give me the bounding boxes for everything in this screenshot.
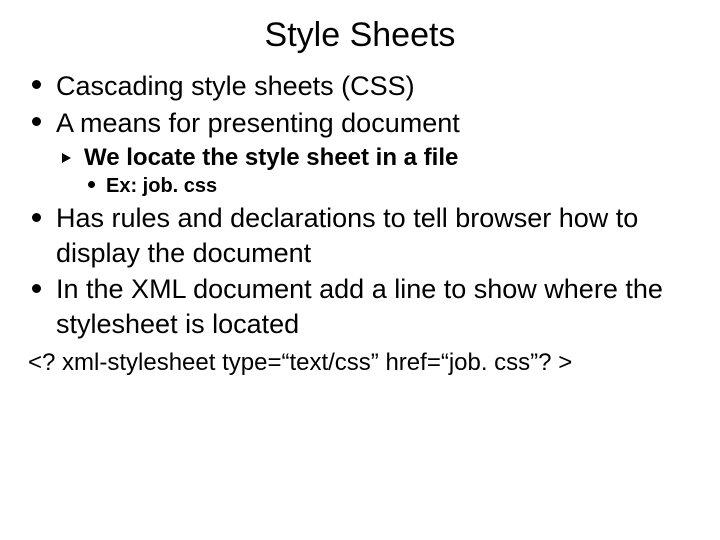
bullet-text: Cascading style sheets (CSS): [56, 71, 415, 101]
bullet-list: Cascading style sheets (CSS) A means for…: [22, 69, 698, 341]
code-line: <? xml-stylesheet type=“text/css” href=“…: [28, 349, 698, 377]
bullet-item: Cascading style sheets (CSS): [22, 69, 698, 104]
bullet-text: Has rules and declarations to tell brows…: [56, 203, 638, 268]
subsub-list: Ex: job. css: [84, 173, 698, 199]
sub-bullet-text: We locate the style sheet in a file: [84, 144, 458, 171]
bullet-text: A means for presenting document: [56, 108, 460, 138]
bullet-item: Has rules and declarations to tell brows…: [22, 201, 698, 270]
subsub-bullet-text: Ex: job. css: [106, 175, 217, 197]
sub-list: We locate the style sheet in a file Ex: …: [56, 142, 698, 199]
bullet-item: In the XML document add a line to show w…: [22, 272, 698, 341]
bullet-text: In the XML document add a line to show w…: [56, 274, 663, 339]
bullet-item: A means for presenting document We locat…: [22, 106, 698, 200]
slide: Style Sheets Cascading style sheets (CSS…: [0, 0, 720, 540]
subsub-bullet-item: Ex: job. css: [84, 173, 698, 199]
sub-bullet-item: We locate the style sheet in a file Ex: …: [56, 142, 698, 199]
slide-title: Style Sheets: [22, 16, 698, 55]
